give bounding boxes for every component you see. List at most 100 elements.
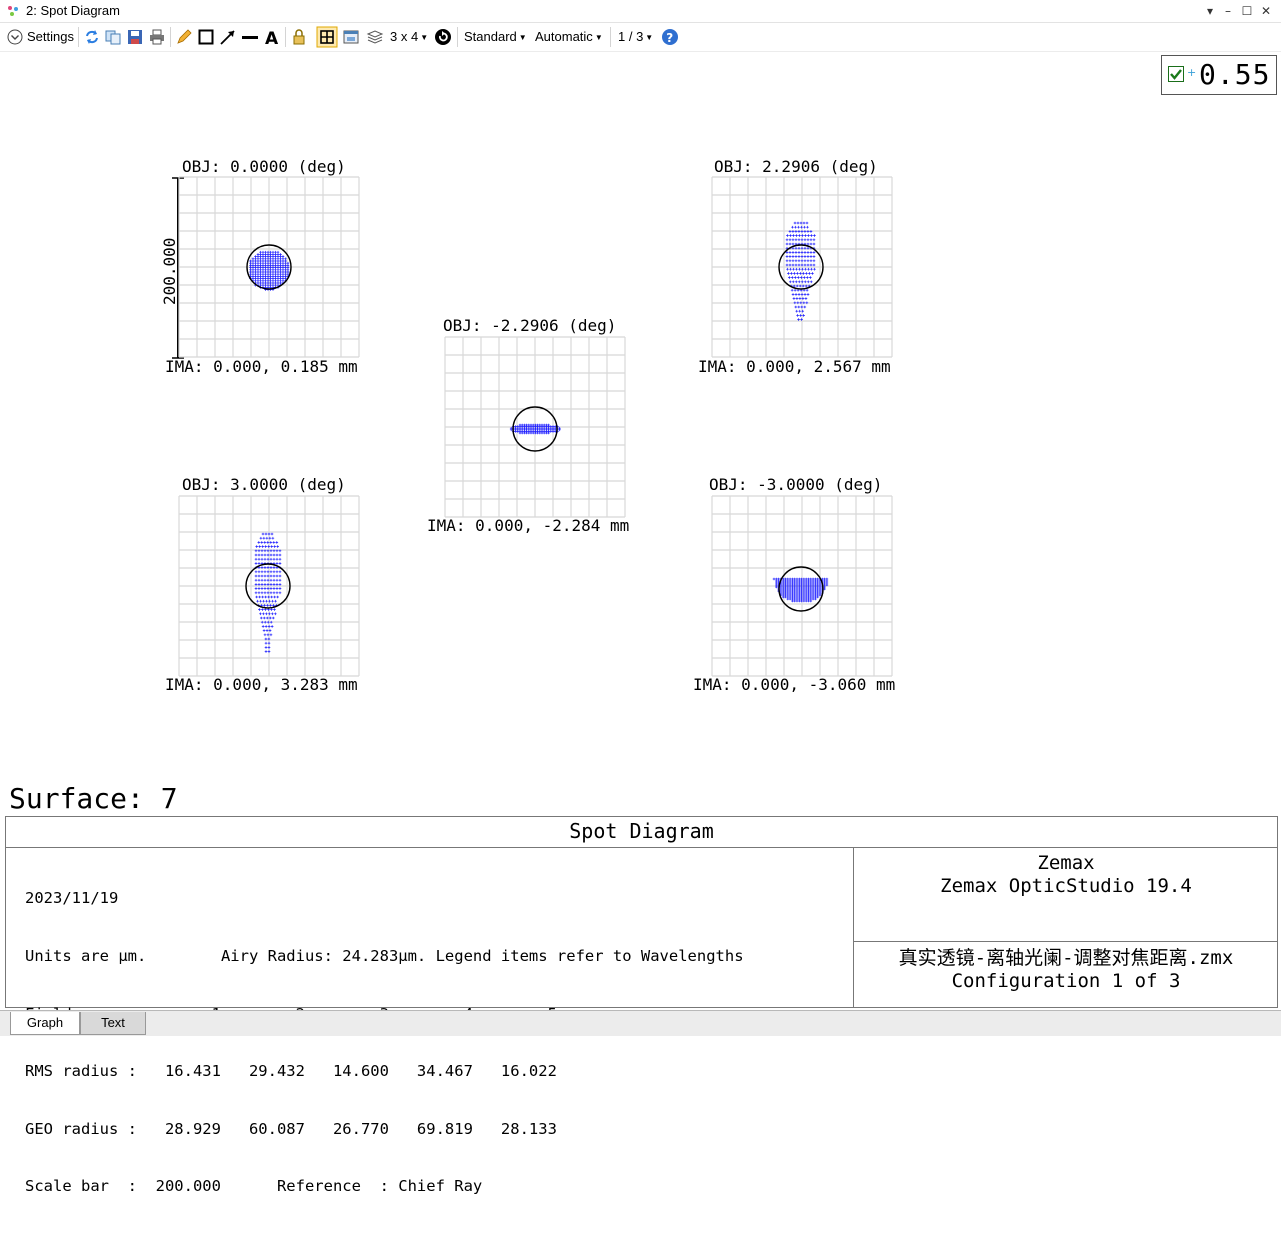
ray-point — [788, 251, 792, 254]
ray-point — [269, 620, 273, 624]
svg-text:?: ? — [666, 31, 673, 45]
info-panel: Spot Diagram 2023/11/19 Units are µm. Ai… — [5, 816, 1278, 1195]
automatic-dropdown[interactable]: Automatic ▼ — [535, 27, 603, 47]
ray-point — [813, 267, 816, 271]
ray-point — [803, 255, 807, 258]
plot-obj-label: OBJ: 0.0000 (deg) — [182, 157, 346, 176]
window-icon[interactable] — [342, 28, 360, 46]
caret-down-icon: ▼ — [594, 33, 603, 42]
maximize-button[interactable]: ☐ — [1238, 2, 1256, 20]
ray-point — [262, 629, 266, 632]
ray-point — [795, 309, 799, 313]
ray-point — [797, 280, 801, 284]
ray-point — [800, 263, 804, 267]
help-icon[interactable]: ? — [661, 28, 679, 46]
ray-point — [785, 259, 789, 263]
ray-point — [794, 305, 798, 309]
ray-point — [798, 309, 802, 313]
ray-point — [803, 225, 806, 229]
ray-point — [257, 541, 261, 544]
ray-point — [264, 646, 268, 649]
refresh-icon[interactable] — [83, 28, 101, 46]
dropdown-window-button[interactable]: ▾ — [1201, 2, 1219, 20]
ray-point — [278, 591, 282, 595]
ray-point — [794, 259, 798, 263]
surface-label: Surface: 7 — [9, 782, 178, 815]
info-company: Zemax — [1037, 852, 1095, 874]
ray-point — [803, 259, 807, 263]
page-dropdown[interactable]: 1 / 3 ▼ — [618, 27, 653, 47]
print-icon[interactable] — [148, 28, 166, 46]
ray-point — [267, 625, 271, 628]
pencil-icon[interactable] — [175, 28, 193, 46]
spot-diagram-plot — [711, 495, 893, 677]
svg-text:A: A — [265, 29, 279, 46]
settings-button[interactable]: Settings — [27, 27, 74, 47]
ray-point — [257, 553, 261, 557]
ray-point — [270, 532, 274, 536]
ray-point — [811, 597, 815, 601]
ray-point — [791, 263, 795, 267]
ray-point — [806, 276, 809, 279]
ray-point — [802, 599, 806, 603]
tab-graph[interactable]: Graph — [10, 1012, 80, 1035]
ray-point — [806, 242, 810, 246]
line-icon[interactable] — [241, 28, 259, 46]
layout-dropdown[interactable]: 3 x 4 ▼ — [390, 27, 428, 47]
ray-point — [800, 251, 804, 254]
caret-down-icon: ▼ — [518, 33, 527, 42]
ray-point — [257, 578, 261, 582]
ray-point — [278, 562, 282, 565]
info-date: 2023/11/19 — [25, 889, 119, 908]
chevron-down-icon[interactable] — [7, 29, 23, 45]
ray-point — [267, 545, 270, 548]
rectangle-icon[interactable] — [197, 28, 215, 46]
ray-point — [795, 599, 799, 603]
ray-point — [791, 251, 795, 254]
ray-point — [798, 267, 801, 271]
tab-text[interactable]: Text — [80, 1012, 146, 1035]
ray-point — [797, 255, 801, 258]
ray-point — [797, 225, 800, 229]
ray-point — [791, 242, 795, 246]
ray-point — [260, 570, 264, 574]
ray-point — [788, 238, 792, 242]
ray-point — [275, 557, 279, 561]
plot-obj-label: OBJ: -2.2906 (deg) — [443, 316, 617, 335]
ray-point — [788, 263, 792, 267]
ray-point — [812, 242, 816, 246]
ray-point — [794, 238, 798, 242]
lock-icon[interactable] — [290, 28, 308, 46]
ray-point — [803, 305, 807, 309]
ray-point — [804, 599, 808, 603]
ray-point — [558, 428, 561, 432]
ray-point — [792, 297, 796, 300]
ray-point — [257, 587, 261, 590]
minimize-button[interactable]: – — [1219, 2, 1237, 20]
standard-dropdown[interactable]: Standard ▼ — [464, 27, 527, 47]
ray-point — [278, 570, 282, 574]
layers-icon[interactable] — [366, 28, 384, 46]
ray-point — [785, 242, 789, 246]
arrow-icon[interactable] — [219, 28, 237, 46]
ray-point — [809, 280, 813, 284]
ray-point — [805, 272, 808, 275]
ray-point — [272, 574, 276, 578]
rotate-icon[interactable] — [434, 28, 452, 46]
ray-point — [258, 608, 261, 611]
ray-point — [261, 625, 265, 628]
checkbox-icon[interactable] — [1168, 66, 1184, 82]
fit-view-icon[interactable] — [316, 26, 338, 48]
ray-point — [260, 578, 264, 582]
ray-point — [262, 536, 266, 540]
ray-point — [790, 288, 794, 292]
ray-point — [259, 536, 263, 540]
ray-point — [812, 251, 816, 254]
close-button[interactable]: ✕ — [1257, 2, 1275, 20]
spot-diagram-plot — [711, 176, 893, 358]
copy-icon[interactable] — [104, 28, 122, 46]
ray-point — [275, 562, 279, 565]
text-icon[interactable]: A — [263, 28, 281, 46]
save-icon[interactable] — [126, 28, 144, 46]
ray-point — [270, 625, 274, 628]
